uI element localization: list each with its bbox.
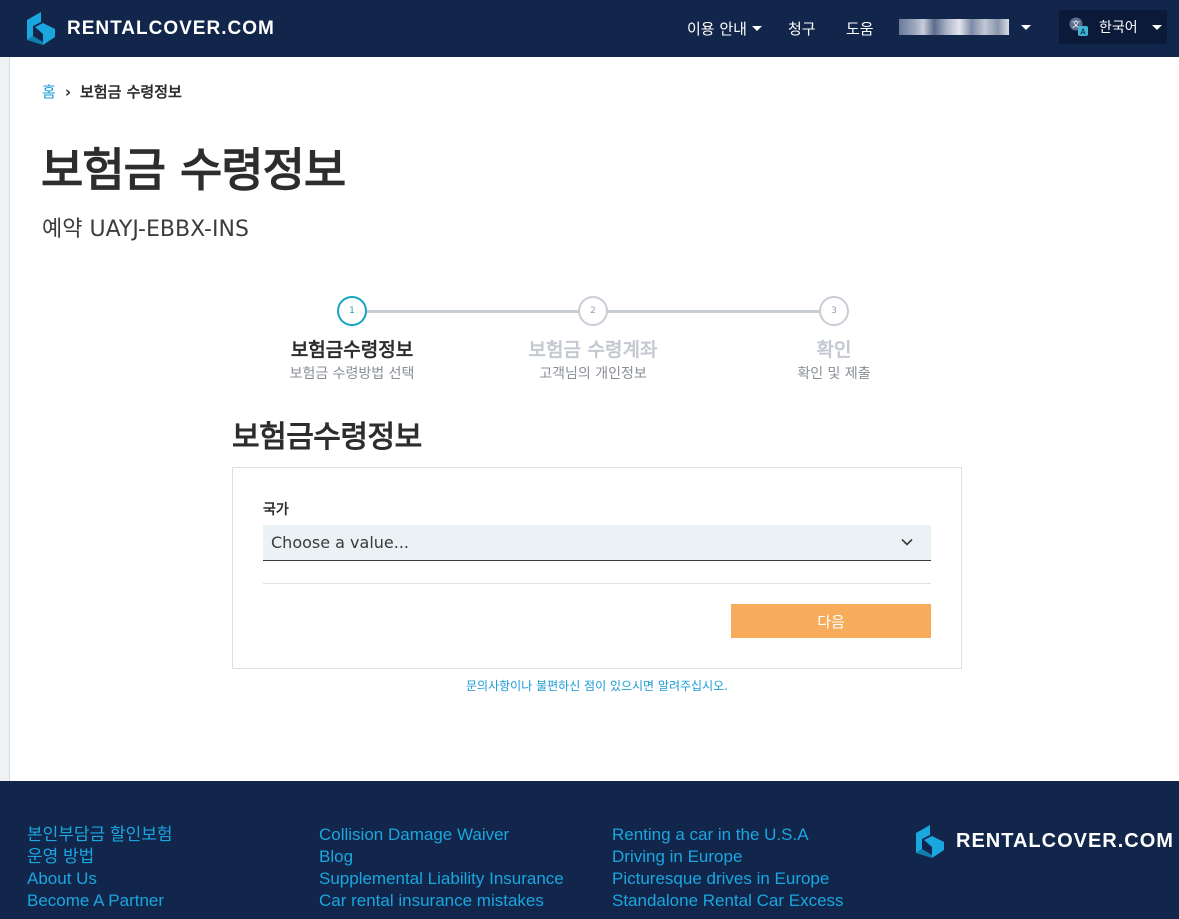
chevron-down-icon: [901, 538, 913, 546]
step-3-indicator: 3: [819, 296, 849, 326]
translate-icon: 文 A: [1069, 17, 1088, 37]
footer-link[interactable]: 본인부담금 할인보험: [27, 824, 172, 846]
brand-logo[interactable]: RENTALCOVER.COM: [27, 12, 275, 45]
caret-down-icon: [1021, 24, 1031, 30]
step-connector: [366, 310, 579, 313]
step-connector: [607, 310, 820, 313]
footer-link[interactable]: Car rental insurance mistakes: [319, 890, 564, 912]
breadcrumb-separator-icon: ›: [64, 82, 71, 101]
form-divider: [263, 583, 931, 584]
footer-link[interactable]: Driving in Europe: [612, 846, 844, 868]
footer-link[interactable]: Blog: [319, 846, 564, 868]
footer-link[interactable]: About Us: [27, 868, 172, 890]
booking-reference: 예약 UAYJ-EBBX-INS: [42, 217, 249, 242]
caret-down-icon: [751, 26, 762, 31]
nav-guide[interactable]: 이용 안내: [687, 0, 762, 57]
footer-link[interactable]: 운영 방법: [27, 846, 172, 868]
breadcrumb: 홈 › 보험금 수령정보: [42, 81, 182, 102]
step-3-subtitle: 확인 및 제출: [797, 366, 871, 382]
footer-link[interactable]: Renting a car in the U.S.A: [612, 824, 844, 846]
footer-column-3: Renting a car in the U.S.A Driving in Eu…: [612, 824, 844, 912]
nav-help[interactable]: 도움: [846, 0, 874, 57]
nav-help-label: 도움: [846, 20, 874, 38]
redacted-account-name: [899, 19, 1009, 35]
country-select[interactable]: Choose a value...: [263, 525, 931, 561]
payout-form-card: 국가 Choose a value... 다음: [232, 467, 962, 669]
left-border: [0, 57, 10, 781]
breadcrumb-current: 보험금 수령정보: [80, 83, 182, 101]
language-label: 한국어: [1099, 20, 1138, 36]
step-2-title: 보험금 수령계좌: [528, 339, 658, 361]
step-1-indicator: 1: [337, 296, 367, 326]
nav-claim[interactable]: 청구: [788, 0, 816, 57]
footer-link[interactable]: Become A Partner: [27, 890, 172, 912]
footer-column-1: 본인부담금 할인보험 운영 방법 About Us Become A Partn…: [27, 824, 172, 912]
footer-brand-name: RENTALCOVER.COM: [956, 830, 1174, 852]
footer-link[interactable]: Standalone Rental Car Excess: [612, 890, 844, 912]
rentalcover-logo-icon: [916, 825, 944, 858]
language-selector[interactable]: 文 A 한국어: [1059, 10, 1167, 44]
next-button[interactable]: 다음: [731, 604, 931, 638]
footer-link[interactable]: Collision Damage Waiver: [319, 824, 564, 846]
country-select-value: Choose a value...: [271, 533, 410, 552]
brand-name: RENTALCOVER.COM: [67, 17, 275, 39]
nav-guide-label: 이용 안내: [687, 20, 747, 38]
step-1-title: 보험금수령정보: [290, 339, 414, 361]
caret-down-icon: [1151, 24, 1162, 30]
page-title: 보험금 수령정보: [41, 143, 346, 197]
step-1-subtitle: 보험금 수령방법 선택: [289, 366, 415, 382]
step-2-indicator: 2: [578, 296, 608, 326]
footer-link[interactable]: Supplemental Liability Insurance: [319, 868, 564, 890]
rentalcover-logo-icon: [27, 12, 55, 45]
footer-brand-logo[interactable]: RENTALCOVER.COM: [916, 825, 1174, 858]
top-header: RENTALCOVER.COM 이용 안내 청구 도움 文 A 한국어: [0, 0, 1179, 57]
contact-link[interactable]: 문의사항이나 불편하신 점이 있으시면 알려주십시오.: [232, 677, 962, 694]
footer: 본인부담금 할인보험 운영 방법 About Us Become A Partn…: [0, 781, 1179, 919]
step-2-subtitle: 고객님의 개인정보: [539, 366, 647, 382]
section-title: 보험금수령정보: [232, 420, 422, 455]
nav-claim-label: 청구: [788, 20, 816, 38]
account-menu[interactable]: [899, 18, 1031, 36]
step-3-title: 확인: [816, 339, 852, 361]
country-label: 국가: [263, 502, 289, 518]
footer-column-2: Collision Damage Waiver Blog Supplementa…: [319, 824, 564, 912]
footer-link[interactable]: Picturesque drives in Europe: [612, 868, 844, 890]
breadcrumb-home[interactable]: 홈: [42, 81, 56, 102]
svg-text:A: A: [1080, 28, 1086, 37]
